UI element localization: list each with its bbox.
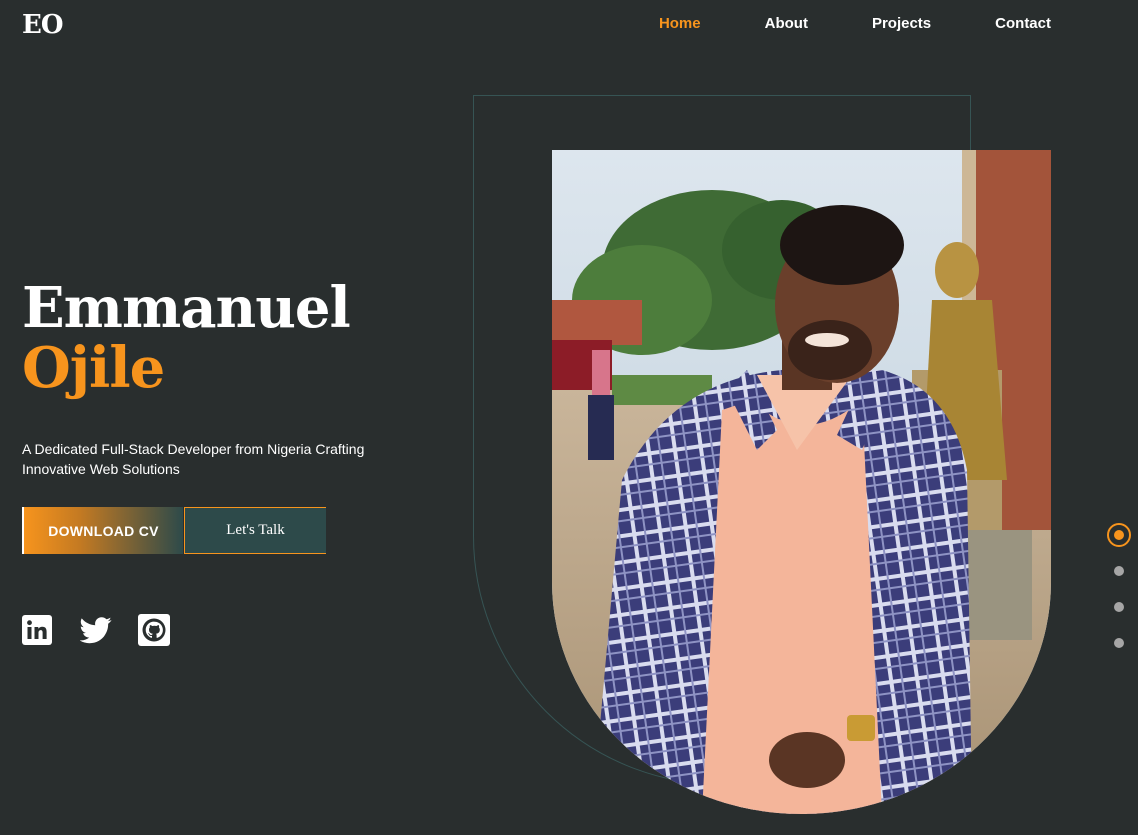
nav-about[interactable]: About xyxy=(765,15,808,33)
lets-talk-label: Let's Talk xyxy=(226,522,285,538)
main-nav: Home About Projects Contact xyxy=(595,15,1051,33)
github-icon[interactable] xyxy=(138,614,170,646)
twitter-icon[interactable] xyxy=(79,614,112,646)
social-links xyxy=(22,614,196,646)
site-logo[interactable]: EO xyxy=(22,10,63,40)
slide-dot-1[interactable] xyxy=(1107,523,1131,547)
slide-dot-4[interactable] xyxy=(1107,631,1131,655)
lets-talk-button[interactable]: Let's Talk xyxy=(184,507,326,554)
slide-indicators xyxy=(1107,523,1131,667)
slide-dot-2[interactable] xyxy=(1107,559,1131,583)
nav-projects[interactable]: Projects xyxy=(872,15,931,33)
download-cv-label: DOWNLOAD CV xyxy=(48,522,159,539)
hero-tagline: A Dedicated Full-Stack Developer from Ni… xyxy=(22,441,365,477)
hero-name: Emmanuel Ojile xyxy=(22,275,351,401)
slide-dot-3[interactable] xyxy=(1107,595,1131,619)
profile-photo xyxy=(552,150,1051,814)
linkedin-icon[interactable] xyxy=(22,614,54,646)
nav-home[interactable]: Home xyxy=(659,15,701,33)
hero-last-name: Ojile xyxy=(22,335,165,401)
download-cv-button[interactable]: DOWNLOAD CV xyxy=(22,507,183,554)
nav-contact[interactable]: Contact xyxy=(995,15,1051,33)
hero-first-name: Emmanuel xyxy=(22,275,351,341)
